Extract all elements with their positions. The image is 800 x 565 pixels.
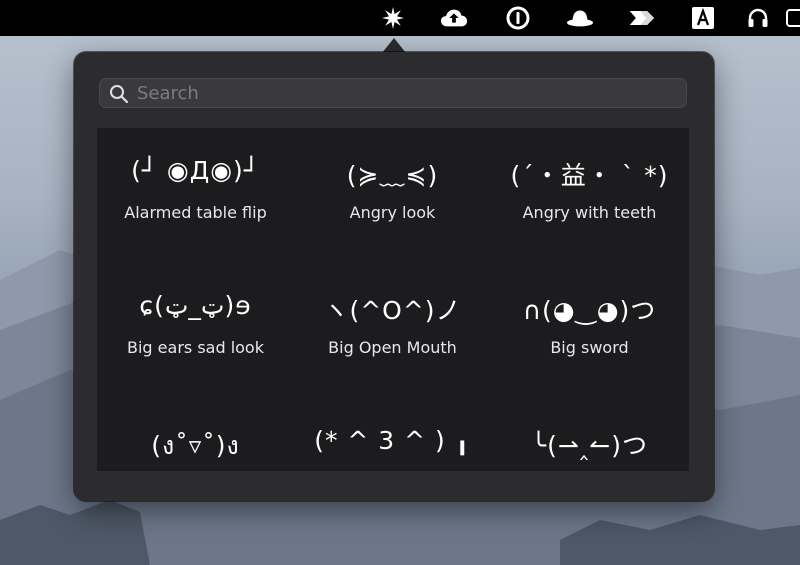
search-icon bbox=[110, 85, 129, 104]
emoticon-cell[interactable]: ヽ(^O^)ノ Big Open Mouth bbox=[294, 263, 491, 393]
emoticon-label: Big ears sad look bbox=[127, 338, 264, 357]
emoticon-cell[interactable]: ɕ(ټ_ټ)ɘ Big ears sad look bbox=[97, 263, 294, 393]
emoticon-kaomoji: (┘ ◉Д◉)┘ bbox=[131, 156, 260, 185]
emoticon-cell[interactable]: ∩(◕‿◕)つ Big sword bbox=[491, 263, 688, 393]
menu-bar bbox=[0, 0, 800, 36]
emoticon-kaomoji: (≽﹏≼) bbox=[346, 161, 439, 190]
emoticon-kaomoji: (´・益・ ` *) bbox=[510, 161, 669, 190]
emoticon-cell[interactable]: ╰(⇀‸↼)つ bbox=[491, 398, 688, 471]
emoticon-cell[interactable]: (ง˚▿˚)ง bbox=[97, 398, 294, 471]
kaomoji-popover: (┘ ◉Д◉)┘ Alarmed table flip (≽﹏≼) Angry … bbox=[74, 52, 714, 501]
emoticon-cell[interactable]: (* ^ 3 ^ ) ╻ bbox=[294, 398, 491, 471]
emoticon-grid: (┘ ◉Д◉)┘ Alarmed table flip (≽﹏≼) Angry … bbox=[97, 128, 689, 471]
emoticon-label: Angry with teeth bbox=[522, 203, 657, 222]
1password-icon[interactable] bbox=[504, 6, 532, 30]
popover-arrow bbox=[382, 38, 406, 53]
emoticon-cell[interactable]: (≽﹏≼) Angry look bbox=[294, 128, 491, 258]
search-input[interactable] bbox=[137, 78, 677, 108]
emoticon-label: Angry look bbox=[349, 203, 436, 222]
emoticon-kaomoji: (* ^ 3 ^ ) ╻ bbox=[314, 426, 471, 455]
emoticon-label: Big Open Mouth bbox=[328, 338, 457, 357]
emoticon-cell[interactable]: (´・益・ ` *) Angry with teeth bbox=[491, 128, 688, 258]
emoticon-cell[interactable]: (┘ ◉Д◉)┘ Alarmed table flip bbox=[97, 128, 294, 258]
emoticon-label: Alarmed table flip bbox=[124, 203, 267, 222]
sparkle-icon[interactable] bbox=[379, 6, 407, 30]
emoticon-kaomoji: ɕ(ټ_ټ)ɘ bbox=[139, 291, 252, 320]
emoticon-kaomoji: ∩(◕‿◕)つ bbox=[522, 296, 657, 325]
headphones-icon[interactable] bbox=[744, 6, 772, 30]
emoticon-kaomoji: ヽ(^O^)ノ bbox=[323, 296, 462, 325]
cloud-upload-icon[interactable] bbox=[440, 6, 468, 30]
search-box[interactable] bbox=[99, 78, 687, 108]
hat-icon[interactable] bbox=[566, 6, 594, 30]
arrows-icon[interactable] bbox=[628, 6, 656, 30]
emoticon-kaomoji: ╰(⇀‸↼)つ bbox=[531, 431, 648, 460]
emoticon-label: Big sword bbox=[550, 338, 629, 357]
emoticon-kaomoji: (ง˚▿˚)ง bbox=[151, 431, 240, 460]
letter-a-icon[interactable] bbox=[689, 6, 717, 30]
battery-icon[interactable] bbox=[786, 6, 800, 30]
